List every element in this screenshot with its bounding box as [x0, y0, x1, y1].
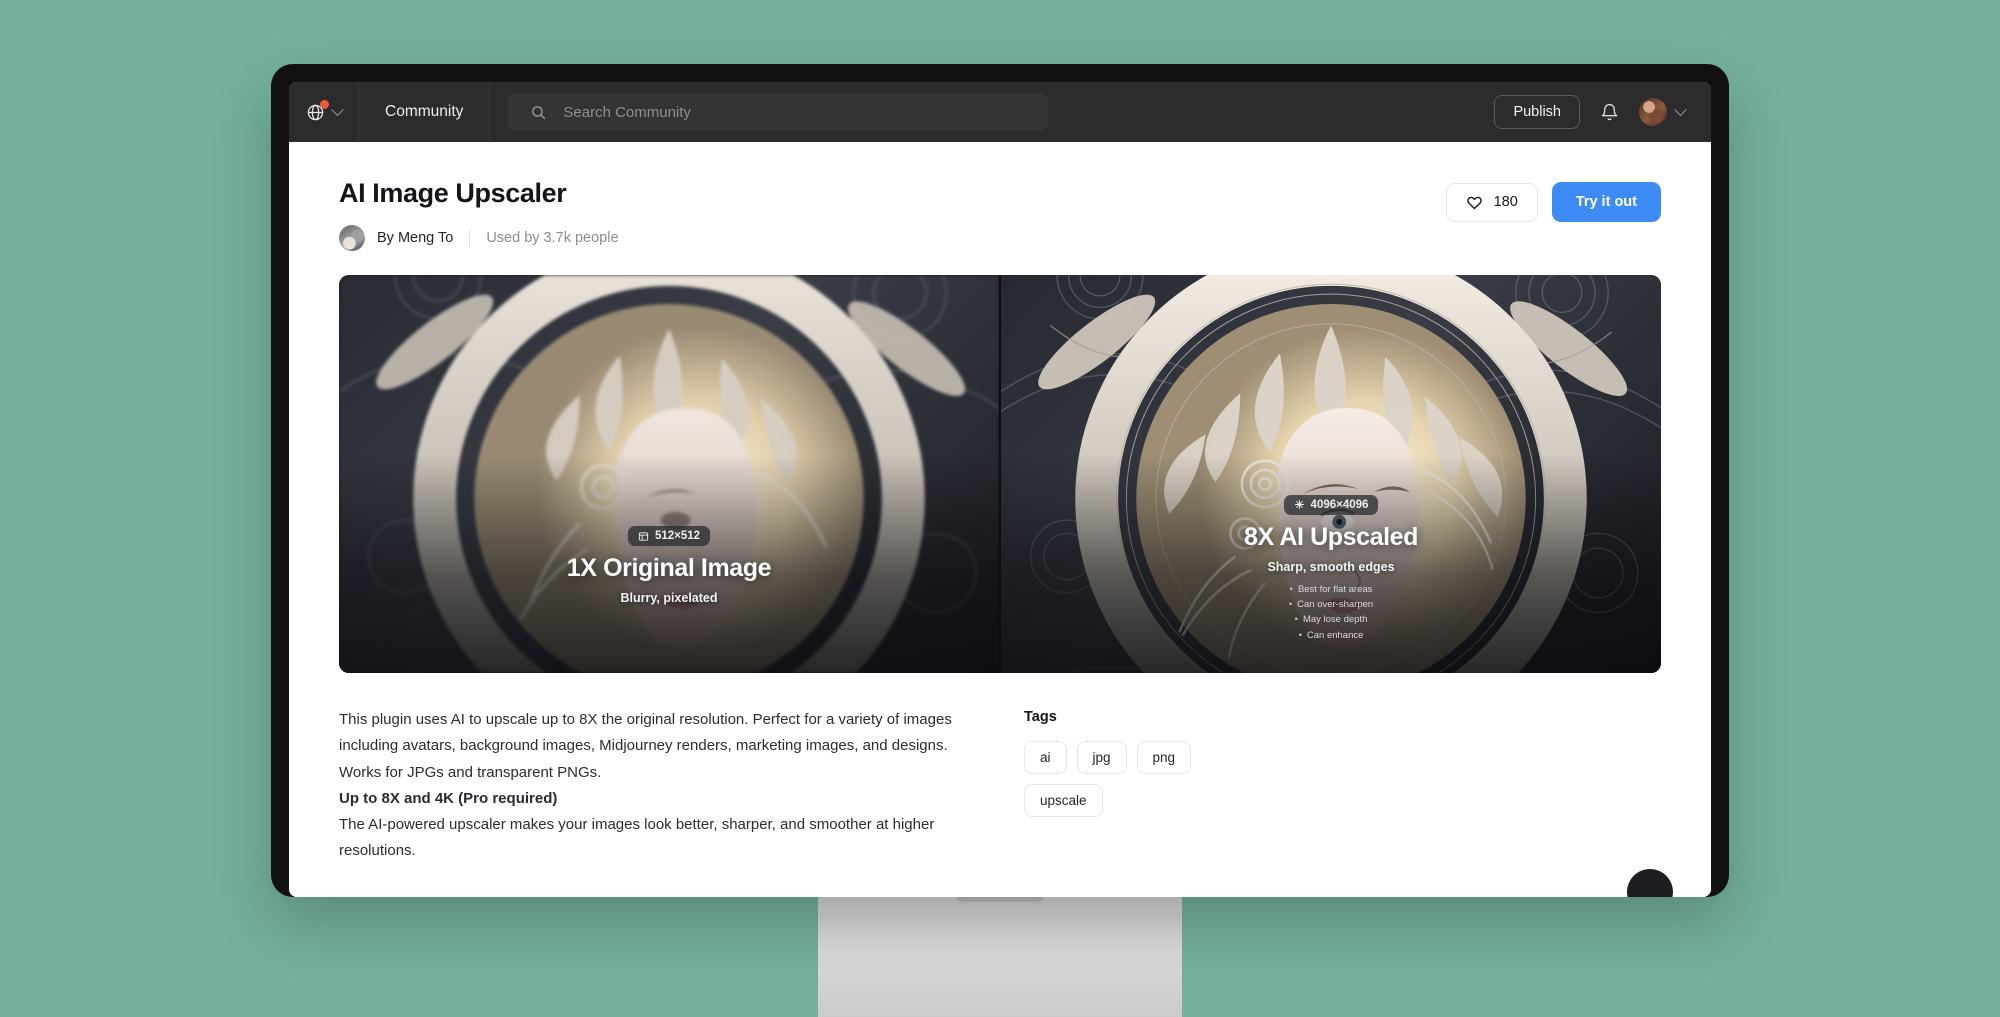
- header-left: AI Image Upscaler By Meng To Used by 3.7…: [339, 178, 619, 251]
- page-title: AI Image Upscaler: [339, 178, 567, 208]
- list-item: Can enhance: [1001, 628, 1661, 643]
- pane-subtitle-upscaled: Sharp, smooth edges: [1267, 559, 1395, 574]
- try-it-out-button[interactable]: Try it out: [1551, 182, 1661, 222]
- resolution-text: 4096×4096: [1310, 498, 1369, 511]
- pane-caption-original: 512×512 1X Original Image Blurry, pixela…: [339, 526, 999, 643]
- list-item: Can over-sharpen: [1001, 597, 1661, 612]
- app-screen: Community Publish: [289, 82, 1711, 897]
- list-item: Best for flat areas: [1001, 582, 1661, 597]
- globe-icon: [306, 99, 329, 122]
- pane-bullet-list: Best for flat areas Can over-sharpen May…: [1001, 582, 1661, 644]
- description-paragraph: This plugin uses AI to upscale up to 8X …: [339, 711, 952, 781]
- header-actions: 180 Try it out: [1445, 182, 1661, 222]
- tag-list: ai jpg png upscale: [1024, 741, 1214, 817]
- notifications-button[interactable]: [1600, 103, 1619, 122]
- comparison-hero: 512×512 1X Original Image Blurry, pixela…: [339, 275, 1661, 673]
- resolution-badge-upscaled: 4096×4096: [1283, 494, 1379, 515]
- pane-caption-upscaled: 4096×4096 8X AI Upscaled Sharp, smooth e…: [1001, 494, 1661, 644]
- like-count: 180: [1493, 194, 1518, 210]
- search-input[interactable]: [561, 102, 986, 122]
- chevron-down-icon: [330, 102, 344, 116]
- tag-chip[interactable]: jpg: [1076, 741, 1127, 774]
- like-button[interactable]: 180: [1445, 182, 1538, 222]
- desktop-scene: Community Publish: [0, 0, 2000, 1017]
- pane-subtitle-original: Blurry, pixelated: [620, 591, 718, 605]
- avatar: [1639, 98, 1667, 126]
- chevron-down-icon: [1674, 102, 1687, 116]
- content-container: AI Image Upscaler By Meng To Used by 3.7…: [289, 142, 1711, 865]
- search-bar[interactable]: [508, 93, 1049, 131]
- byline: By Meng To Used by 3.7k people: [339, 225, 619, 251]
- author-avatar: [339, 225, 365, 251]
- hero-pane-upscaled[interactable]: 4096×4096 8X AI Upscaled Sharp, smooth e…: [999, 275, 1661, 673]
- account-menu[interactable]: [1639, 98, 1687, 126]
- help-button[interactable]: [1627, 869, 1673, 897]
- page-content: AI Image Upscaler By Meng To Used by 3.7…: [289, 142, 1711, 897]
- tags-column: Tags ai jpg png upscale: [1024, 707, 1354, 865]
- description-subheading: Up to 8X and 4K (Pro required): [339, 789, 558, 807]
- top-toolbar: Community Publish: [289, 82, 1711, 142]
- lower-section: This plugin uses AI to upscale up to 8X …: [339, 707, 1661, 865]
- pane-title-original: 1X Original Image: [566, 554, 772, 582]
- frame-icon: [638, 531, 649, 542]
- heart-icon: [1466, 194, 1483, 211]
- workspace-switcher[interactable]: [289, 82, 359, 142]
- author-name[interactable]: By Meng To: [377, 230, 453, 246]
- resolution-text: 512×512: [654, 530, 701, 542]
- resolution-badge-original: 512×512: [627, 526, 711, 546]
- publish-button[interactable]: Publish: [1494, 95, 1580, 129]
- hero-pane-original[interactable]: 512×512 1X Original Image Blurry, pixela…: [339, 275, 999, 673]
- notification-dot: [319, 99, 329, 109]
- laptop-bezel: Community Publish: [271, 64, 1729, 897]
- description-cut-line: The AI-powered upscaler makes your image…: [339, 816, 935, 860]
- divider: [469, 229, 471, 247]
- sparkle-icon: [1294, 499, 1305, 510]
- tags-heading: Tags: [1024, 709, 1057, 725]
- list-item: May lose depth: [1001, 612, 1661, 627]
- bell-icon: [1600, 103, 1619, 125]
- tag-chip[interactable]: ai: [1024, 741, 1067, 774]
- pane-title-upscaled: 8X AI Upscaled: [1243, 522, 1419, 551]
- page-header: AI Image Upscaler By Meng To Used by 3.7…: [339, 178, 1661, 251]
- nav-community[interactable]: Community: [359, 82, 491, 142]
- tag-chip[interactable]: upscale: [1024, 784, 1103, 817]
- laptop-base: [818, 895, 1182, 1017]
- toolbar-right-group: Publish: [1494, 82, 1711, 142]
- description-column: This plugin uses AI to upscale up to 8X …: [339, 707, 964, 865]
- tag-chip[interactable]: png: [1136, 741, 1192, 774]
- nav-community-label: Community: [385, 103, 464, 120]
- usage-count: Used by 3.7k people: [486, 230, 619, 246]
- search-icon: [530, 104, 547, 121]
